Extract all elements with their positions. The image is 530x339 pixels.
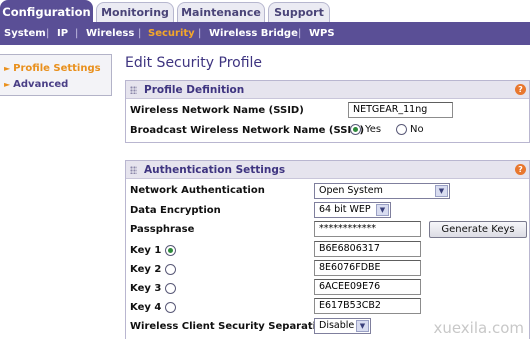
subnav-wireless[interactable]: Wireless [86,22,134,45]
key-3-label: Key 3 [130,283,162,294]
key-2-label: Key 2 [130,264,162,275]
tab-monitoring[interactable]: Monitoring [96,2,174,22]
sidebar: ► Profile Settings ► Advanced [0,54,112,339]
section-header: Profile Definition ? [126,81,529,99]
tab-support[interactable]: Support [268,2,330,22]
select-value: Open System [319,185,383,196]
key-2-radio[interactable] [165,264,176,275]
subnav-divider: | [198,28,202,39]
passphrase-label: Passphrase [130,224,195,235]
broadcast-no-label: No [410,124,424,135]
subnav-divider: | [46,28,50,39]
subnav-wps[interactable]: WPS [309,22,335,45]
help-icon[interactable]: ? [515,164,526,175]
key-1-radio[interactable] [165,245,176,256]
sidebar-item-label: Advanced [13,79,69,90]
section-header: Authentication Settings ? [126,161,529,179]
sidebar-item-profile-settings[interactable]: ► Profile Settings [4,62,101,76]
broadcast-ssid-label: Broadcast Wireless Network Name (SSID) [130,125,365,136]
subnav-security[interactable]: Security [148,22,195,45]
sidebar-menu: ► Profile Settings ► Advanced [0,54,112,96]
subnav-system[interactable]: System [4,22,46,45]
sidebar-item-advanced[interactable]: ► Advanced [4,78,68,92]
key-4-input[interactable]: E617B53CB2 [314,298,421,314]
chevron-down-icon: ▼ [376,204,389,216]
section-title: Profile Definition [144,84,245,96]
select-value: Disable [319,320,355,331]
key-2-input[interactable]: 8E6076FDBE [314,260,421,276]
key-1-input[interactable]: B6E6806317 [314,241,421,257]
network-authentication-select[interactable]: Open System ▼ [314,183,450,199]
watermark: xuexila.com [433,319,524,337]
sidebar-item-label: Profile Settings [13,63,101,74]
client-security-separation-select[interactable]: Disable ▼ [314,318,371,334]
key-1-label: Key 1 [130,245,162,256]
select-value: 64 bit WEP [319,204,371,215]
broadcast-yes-label: Yes [365,124,382,135]
subnav-ip[interactable]: IP [57,22,68,45]
key-3-input[interactable]: 6ACEE09E76 [314,279,421,295]
subnav-divider: | [298,28,302,39]
generate-keys-button[interactable]: Generate Keys [429,221,527,238]
subnav-divider: | [138,28,142,39]
page-title: Edit Security Profile [125,55,263,71]
key-4-radio[interactable] [165,302,176,313]
chevron-down-icon: ▼ [356,320,369,332]
broadcast-yes-radio[interactable] [350,124,361,135]
chevron-right-icon: ► [4,80,11,89]
subnav-wireless-bridge[interactable]: Wireless Bridge [209,22,298,45]
tab-configuration[interactable]: Configuration [0,0,93,22]
top-tab-bar: Configuration Monitoring Maintenance Sup… [0,0,530,22]
client-security-separation-label: Wireless Client Security Separation [130,321,331,332]
key-4-label: Key 4 [130,302,162,313]
chevron-right-icon: ► [4,64,11,73]
tab-maintenance[interactable]: Maintenance [177,2,265,22]
ssid-label: Wireless Network Name (SSID) [130,105,304,116]
subnav-divider: | [75,28,79,39]
sub-nav: System | IP | Wireless | Security | Wire… [0,22,530,45]
network-authentication-label: Network Authentication [130,185,265,196]
data-encryption-label: Data Encryption [130,205,221,216]
section-title: Authentication Settings [144,164,286,176]
key-3-radio[interactable] [165,283,176,294]
grip-icon [130,86,137,94]
data-encryption-select[interactable]: 64 bit WEP ▼ [314,202,391,218]
grip-icon [130,166,137,174]
help-icon[interactable]: ? [515,84,526,95]
broadcast-no-radio[interactable] [396,124,407,135]
passphrase-input[interactable]: ************ [314,221,421,237]
chevron-down-icon: ▼ [435,185,448,197]
ssid-input[interactable]: NETGEAR_11ng [348,102,453,118]
